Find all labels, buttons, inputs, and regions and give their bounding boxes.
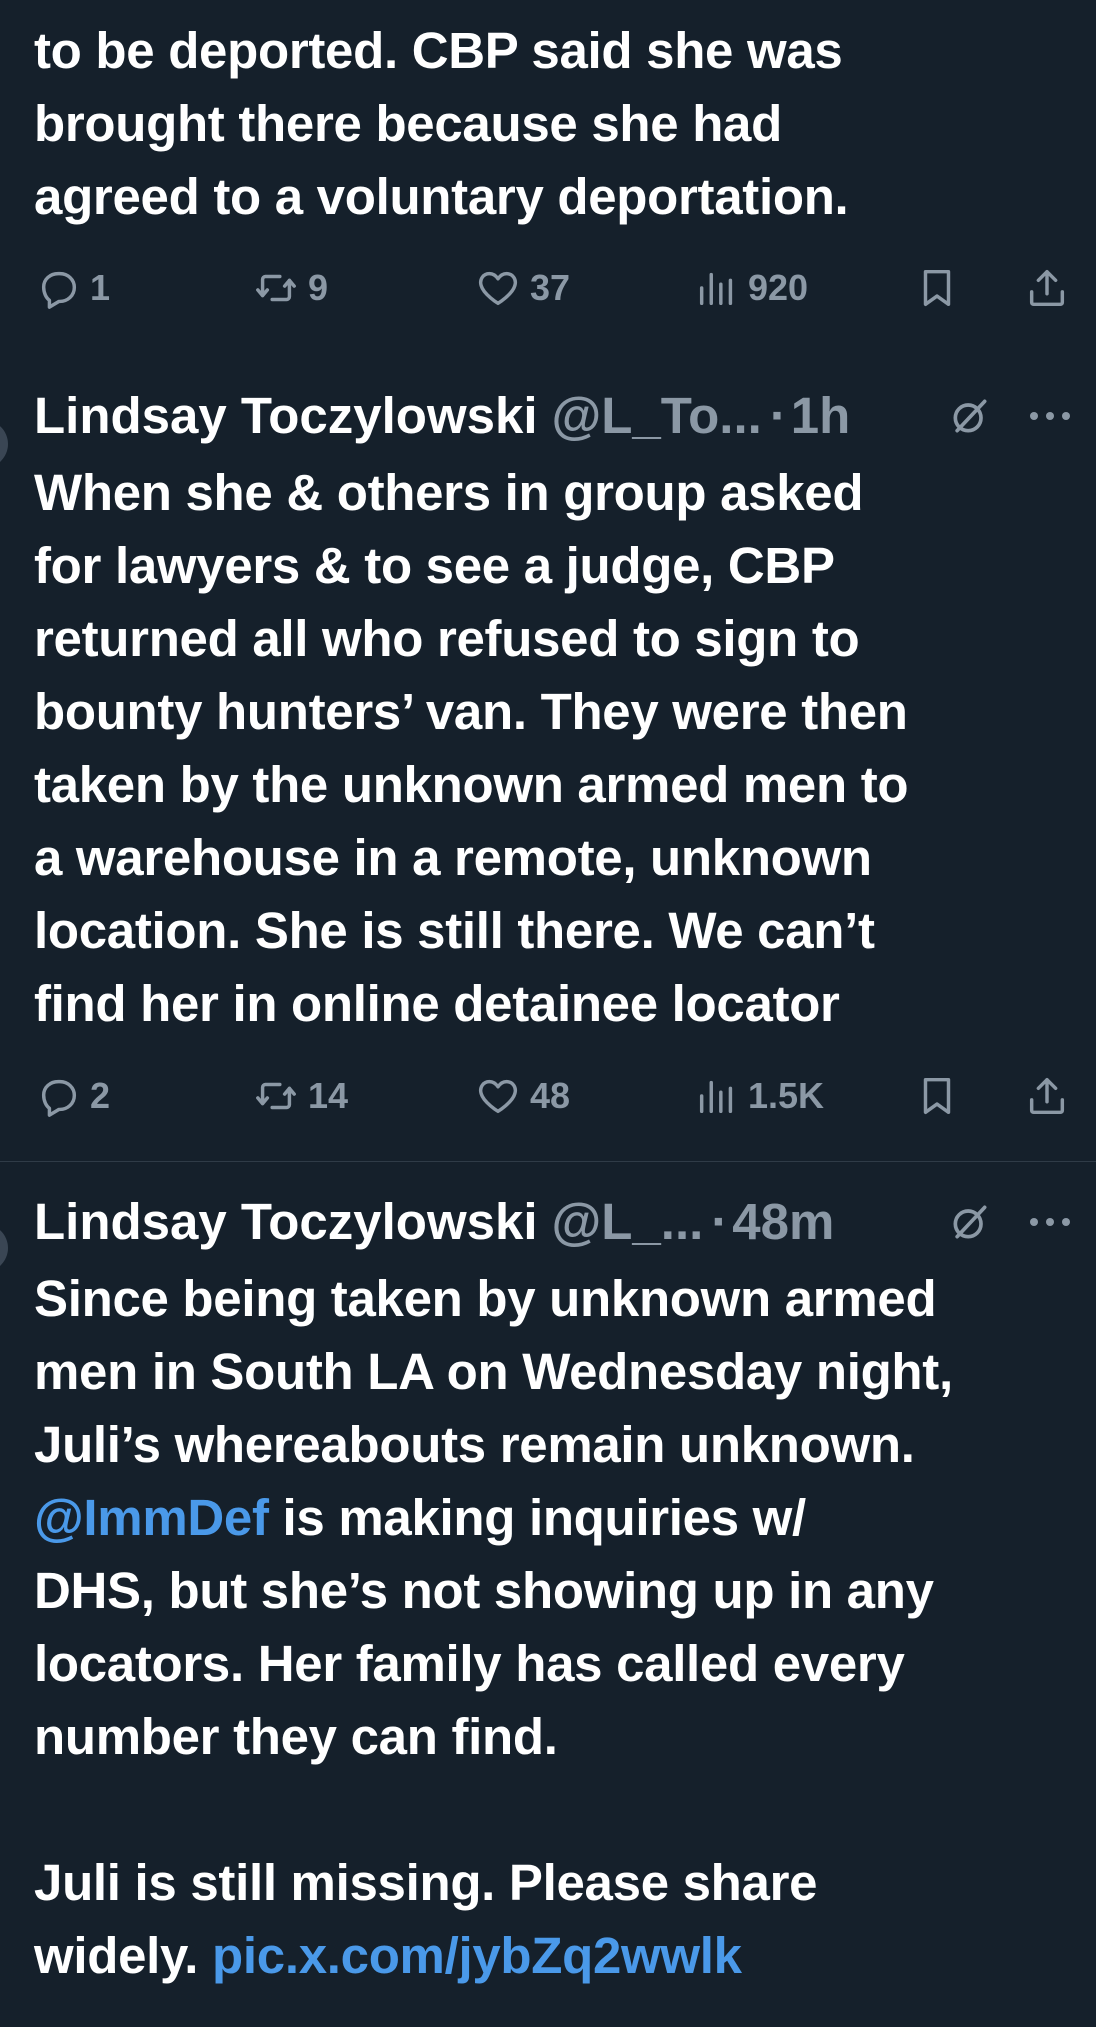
repost-icon [256,274,296,302]
more-icon[interactable] [1026,1210,1074,1234]
reply-count: 1 [90,267,111,308]
tweet-1-text: to be deported. CBP said she was brought… [34,22,849,225]
reply-icon [41,1079,77,1117]
bookmark-icon [923,269,951,307]
tweet-timestamp[interactable]: 1h [791,386,851,445]
views-count: 920 [748,267,809,308]
reply-count: 2 [90,1075,111,1116]
author-name[interactable]: Lindsay Toczylowski [34,1192,538,1251]
like-button[interactable]: 37 [474,265,570,311]
tweet-timestamp[interactable]: 48m [732,1192,834,1251]
views-button[interactable]: 920 [694,265,808,311]
repost-count: 14 [308,1075,349,1116]
tweet-2-header: Lindsay Toczylowski @L_To... · 1h [34,380,1076,450]
share-button[interactable] [1024,1071,1070,1121]
share-icon [1029,1077,1065,1115]
like-count: 48 [530,1075,571,1116]
repost-button[interactable]: 9 [252,265,328,311]
reply-button[interactable]: 1 [36,265,110,311]
media-link[interactable]: pic.x.com/jybZq2wwlk [212,1927,742,1984]
like-count: 37 [530,267,571,308]
bookmark-button[interactable] [914,1071,960,1121]
tweet-3-text-part-1: Since being taken by unknown armed men i… [34,1270,953,1473]
author-name[interactable]: Lindsay Toczylowski [34,386,538,445]
views-button[interactable]: 1.5K [694,1073,824,1119]
views-count: 1.5K [748,1075,825,1116]
grok-icon[interactable] [948,1200,992,1244]
repost-button[interactable]: 14 [252,1073,348,1119]
tweet-3: Since being taken by unknown armed men i… [0,1262,1096,1992]
reply-icon [41,271,77,309]
dot-separator: · [711,1192,729,1250]
repost-icon [256,1082,296,1110]
reply-button[interactable]: 2 [36,1073,110,1119]
like-icon [478,271,518,306]
views-icon [699,1080,733,1114]
views-icon [699,272,733,306]
share-button[interactable] [1024,263,1070,313]
mention-link[interactable]: @ImmDef [34,1489,269,1546]
tweet-2-actions: 2 14 48 1.5K [0,1066,1096,1126]
divider [0,1161,1096,1162]
tweet-3-text: Since being taken by unknown armed men i… [0,1262,1096,1992]
tweet-3-header: Lindsay Toczylowski @L_... · 48m [34,1186,1076,1256]
like-button[interactable]: 48 [474,1073,570,1119]
bookmark-icon [923,1077,951,1115]
author-handle[interactable]: @L_... [552,1192,704,1251]
bookmark-button[interactable] [914,263,960,313]
share-icon [1029,269,1065,307]
dot-separator: · [769,386,787,444]
more-icon[interactable] [1026,404,1074,428]
tweet-2: When she & others in group asked for law… [0,456,1096,1040]
tweet-1-actions: 1 9 37 920 [0,258,1096,318]
tweet-2-text: When she & others in group asked for law… [34,464,909,1032]
tweet-1: to be deported. CBP said she was brought… [0,14,1096,233]
grok-icon[interactable] [948,394,992,438]
repost-count: 9 [308,267,329,308]
tweet-3-text-part-2: is making inquiries w/ DHS, but she’s no… [34,1489,934,1984]
author-handle[interactable]: @L_To... [552,386,762,445]
like-icon [478,1079,518,1114]
